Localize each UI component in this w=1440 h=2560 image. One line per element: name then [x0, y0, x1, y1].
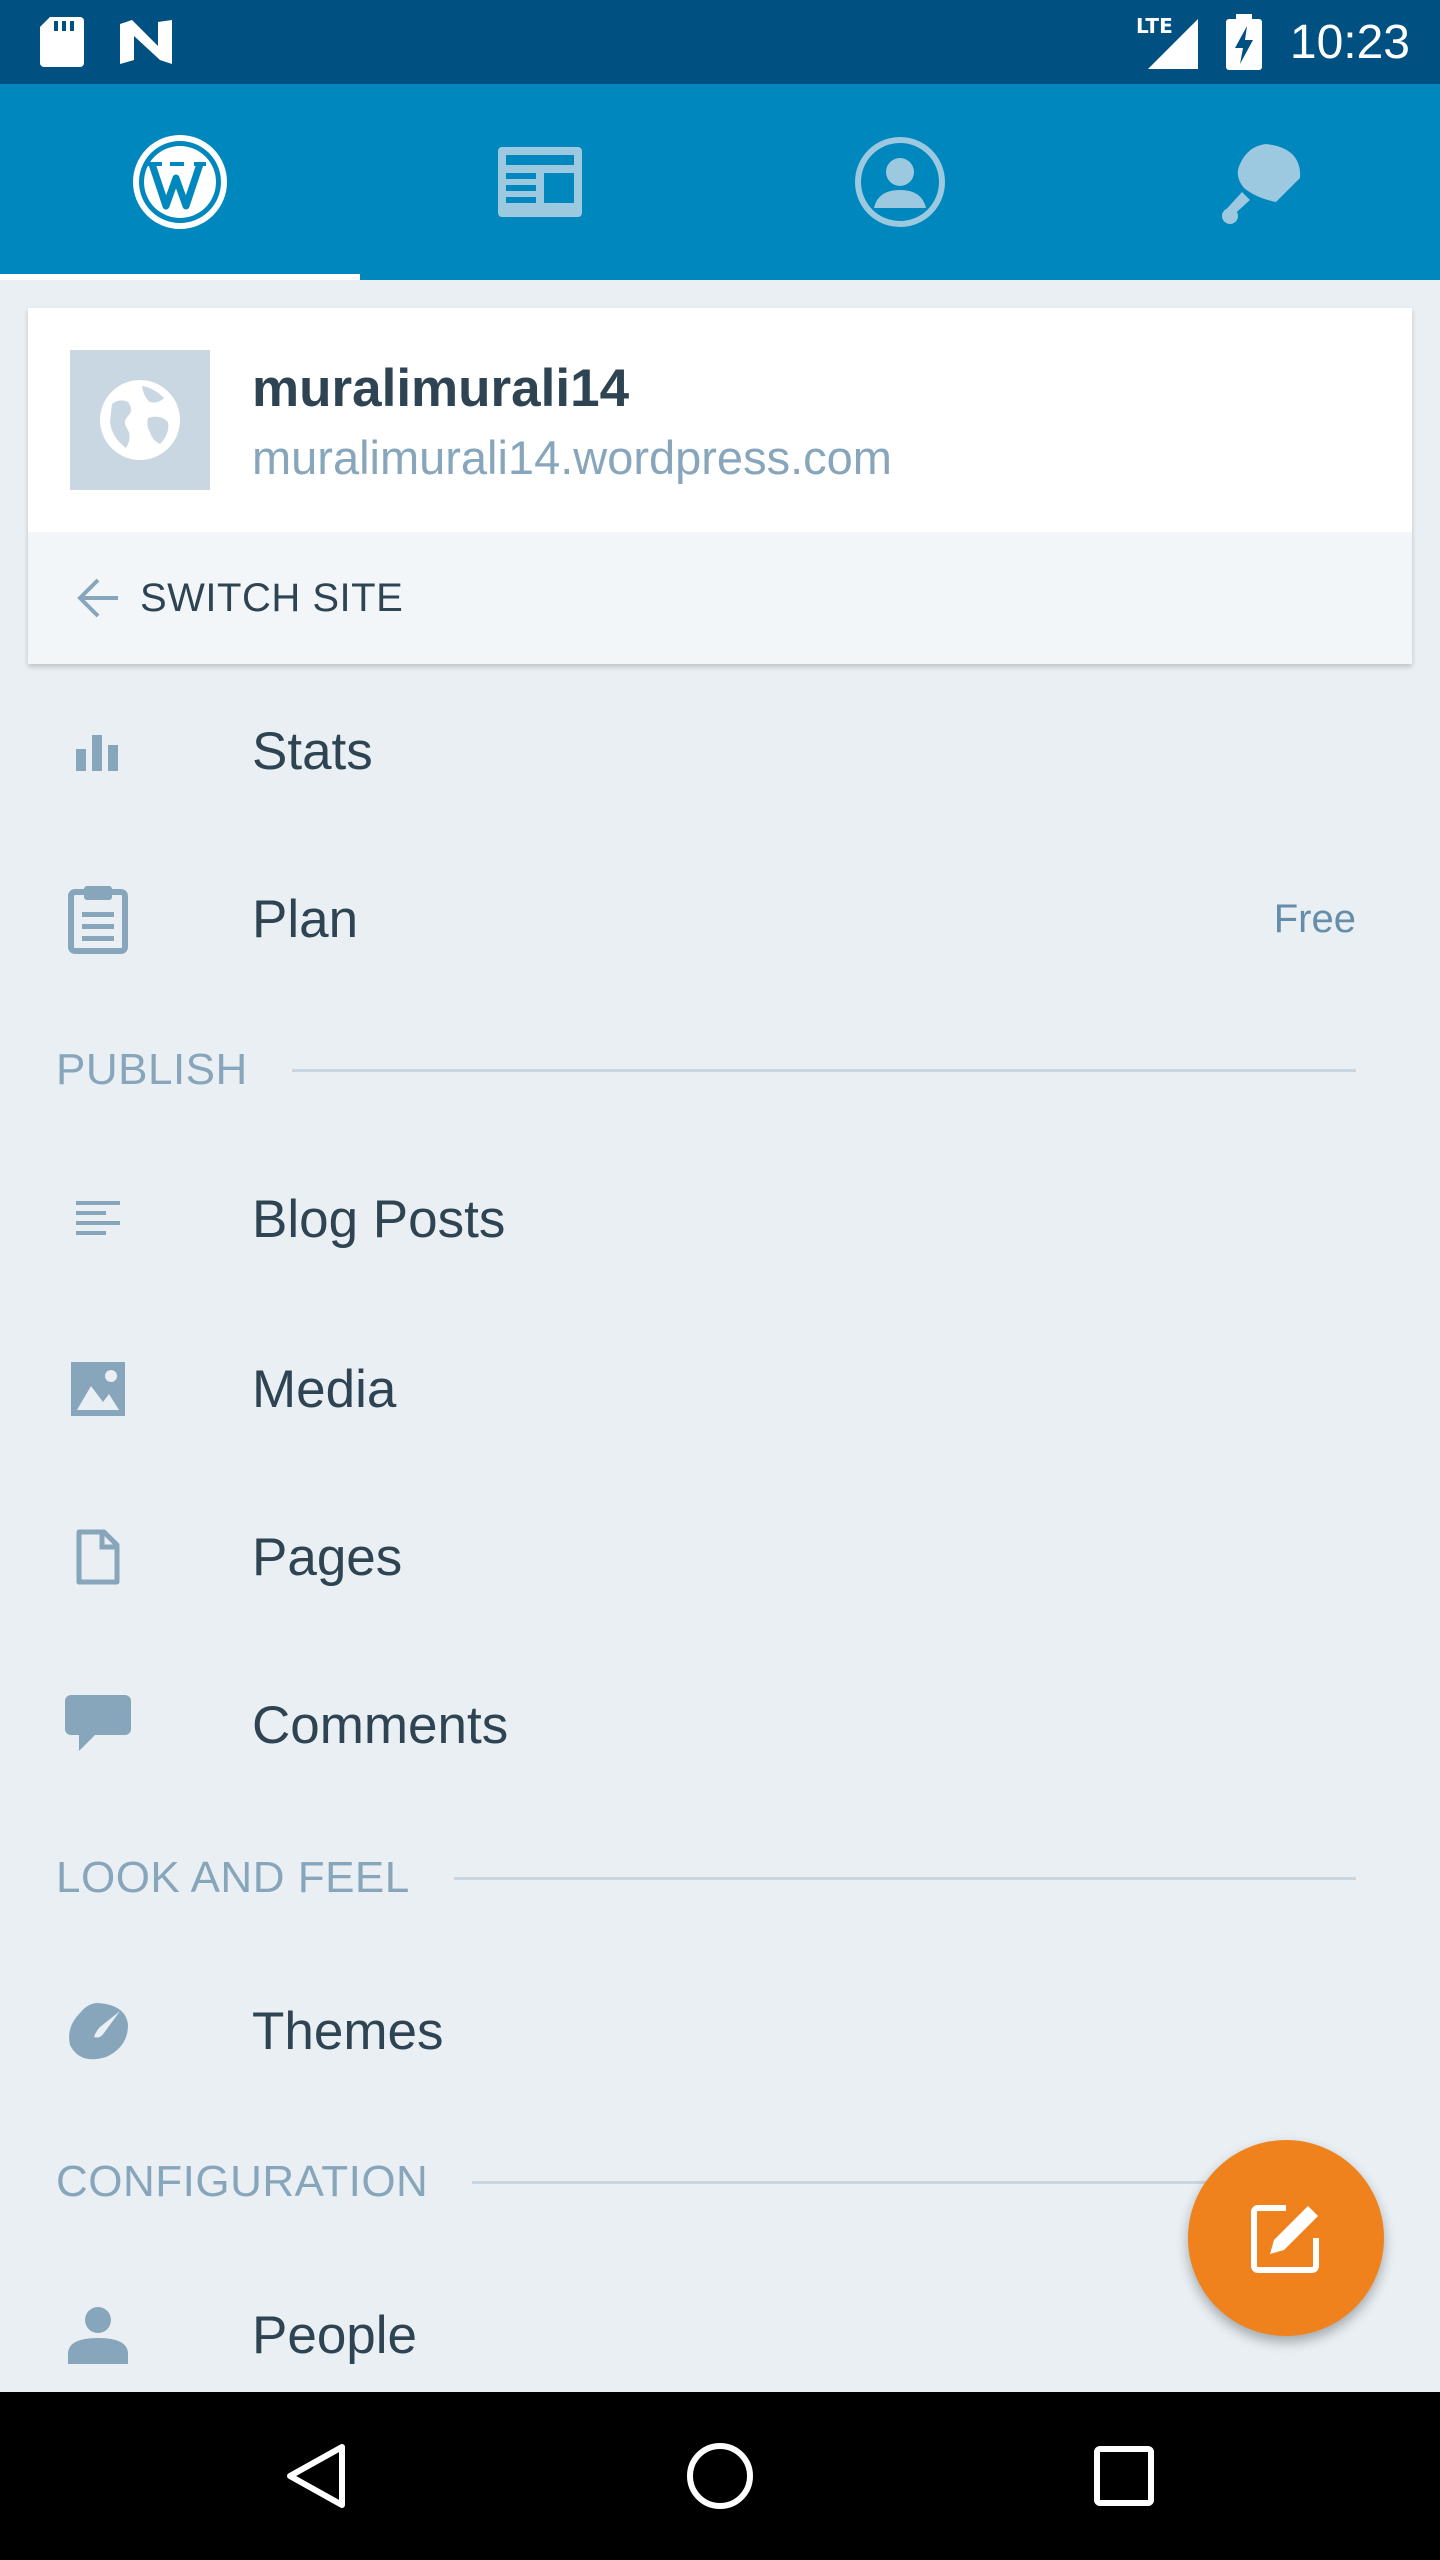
site-icon[interactable]	[70, 350, 210, 490]
sd-card-icon	[40, 0, 84, 84]
system-nav-bar	[0, 2392, 1440, 2560]
menu-item-themes[interactable]: Themes	[0, 1956, 1440, 2106]
section-label: CONFIGURATION	[56, 2157, 429, 2206]
globe-icon	[100, 380, 180, 460]
tab-me[interactable]	[720, 84, 1080, 280]
wordpress-icon	[133, 135, 227, 229]
themes-icon	[58, 1991, 138, 2071]
menu-item-media[interactable]: Media	[0, 1314, 1440, 1464]
battery-charging-icon	[1226, 0, 1262, 84]
site-url[interactable]: muralimurali14.wordpress.com	[252, 430, 892, 485]
menu-label: Blog Posts	[252, 1189, 506, 1249]
back-button[interactable]	[236, 2392, 396, 2560]
posts-icon	[58, 1179, 138, 1259]
home-icon	[687, 2443, 753, 2509]
section-label: PUBLISH	[56, 1045, 248, 1094]
pages-icon	[58, 1517, 138, 1597]
section-header-look-and-feel: LOOK AND FEEL	[56, 1848, 1356, 1908]
media-icon	[58, 1349, 138, 1429]
recents-icon	[1094, 2446, 1154, 2506]
switch-site-button[interactable]: SWITCH SITE	[28, 532, 1412, 664]
switch-site-label: SWITCH SITE	[140, 575, 404, 620]
n-notification-icon	[118, 0, 174, 84]
edit-icon	[1251, 2205, 1319, 2273]
profile-icon	[855, 137, 945, 227]
section-label: LOOK AND FEEL	[56, 1853, 410, 1902]
stats-icon	[58, 711, 138, 791]
main-tab-bar	[0, 84, 1440, 280]
tab-my-site[interactable]	[0, 84, 360, 280]
recents-button[interactable]	[1044, 2392, 1204, 2560]
comments-icon	[58, 1685, 138, 1765]
svg-text:LTE: LTE	[1136, 15, 1173, 38]
menu-label: Themes	[252, 2001, 444, 2061]
menu-item-stats[interactable]: Stats	[0, 676, 1440, 826]
menu-label: Media	[252, 1359, 397, 1419]
home-button[interactable]	[640, 2392, 800, 2560]
new-post-fab[interactable]	[1188, 2140, 1384, 2336]
site-title: muralimurali14	[252, 359, 630, 418]
status-time: 10:23	[1289, 15, 1410, 69]
menu-item-pages[interactable]: Pages	[0, 1482, 1440, 1632]
section-header-configuration: CONFIGURATION	[56, 2152, 1356, 2212]
menu-label: People	[252, 2305, 418, 2365]
divider	[291, 1068, 1356, 1072]
people-icon	[58, 2295, 138, 2375]
bell-icon	[1222, 144, 1301, 224]
menu-item-comments[interactable]: Comments	[0, 1650, 1440, 1800]
status-bar: LTE 10:23	[0, 0, 1440, 84]
menu-label: Stats	[252, 721, 373, 781]
back-icon	[287, 2444, 345, 2508]
section-header-publish: PUBLISH	[56, 1040, 1356, 1100]
back-arrow-icon	[77, 578, 118, 618]
menu-item-blog-posts[interactable]: Blog Posts	[0, 1144, 1440, 1294]
tab-notifications[interactable]	[1080, 84, 1440, 280]
site-card: muralimurali14 muralimurali14.wordpress.…	[28, 308, 1412, 664]
divider	[453, 1876, 1356, 1880]
plan-icon	[58, 879, 138, 959]
lte-signal-icon: LTE	[1134, 0, 1204, 84]
menu-label: Pages	[252, 1527, 403, 1587]
tab-reader[interactable]	[360, 84, 720, 280]
menu-item-plan[interactable]: Plan Free	[0, 844, 1440, 994]
reader-icon	[498, 147, 582, 217]
plan-value: Free	[1273, 896, 1356, 941]
tab-selected-indicator	[0, 274, 360, 280]
menu-label: Comments	[252, 1695, 509, 1755]
menu-label: Plan	[252, 889, 359, 949]
